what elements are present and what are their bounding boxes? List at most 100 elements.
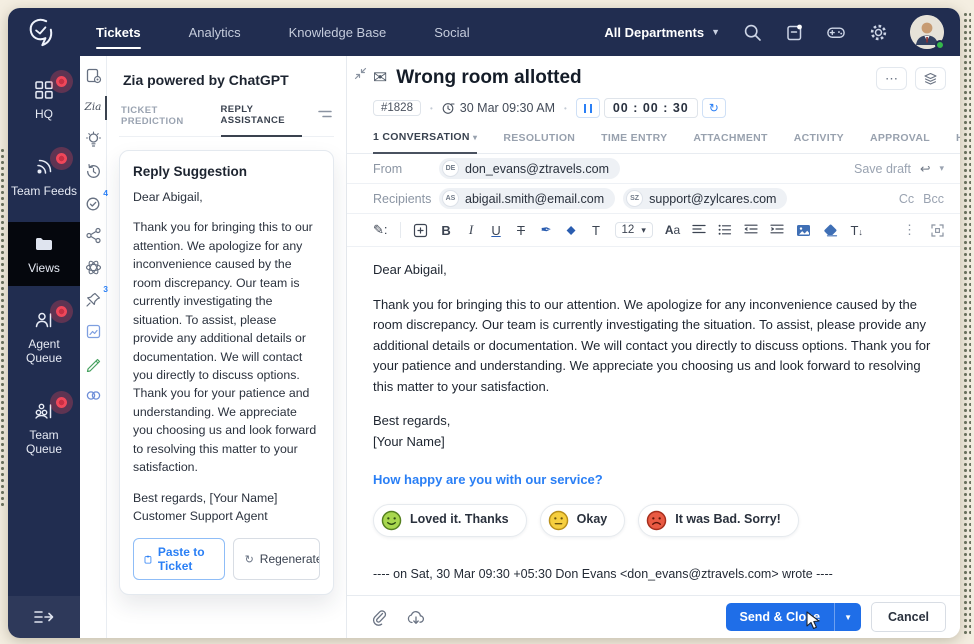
from-row: From DE don_evans@ztravels.com Save draf…: [347, 154, 960, 184]
insert-template-icon[interactable]: [413, 221, 428, 239]
eraser-icon[interactable]: [823, 221, 838, 239]
departments-label: All Departments: [604, 25, 704, 40]
quoted-message-header: ---- on Sat, 30 Mar 09:30 +05:30 Don Eva…: [373, 565, 934, 585]
from-address-chip[interactable]: DE don_evans@ztravels.com: [439, 158, 620, 179]
survey-option-bad[interactable]: It was Bad. Sorry!: [638, 504, 799, 537]
settings-icon[interactable]: [868, 22, 888, 42]
ideas-icon[interactable]: [84, 130, 102, 148]
from-email: don_evans@ztravels.com: [465, 162, 609, 176]
pin-icon[interactable]: 3: [84, 290, 102, 308]
ticket-settings-icon[interactable]: [84, 66, 102, 84]
zoho-desk-logo[interactable]: [8, 15, 72, 49]
reply-icon[interactable]: ↩: [920, 161, 930, 176]
more-tools-icon[interactable]: ⋮: [903, 221, 916, 239]
tab-social[interactable]: Social: [410, 8, 493, 56]
cc-bcc: Cc Bcc: [899, 192, 944, 206]
send-and-close-button[interactable]: Send & Close ▼: [726, 603, 862, 631]
compose-icon[interactable]: [84, 354, 102, 372]
tab-knowledge-base[interactable]: Knowledge Base: [265, 8, 411, 56]
font-size-select[interactable]: 12 ▾: [615, 222, 653, 238]
send-options-dropdown[interactable]: ▼: [834, 603, 861, 631]
cloud-import-icon[interactable]: [407, 610, 425, 625]
indent-icon[interactable]: [770, 221, 784, 239]
tab-resolution[interactable]: RESOLUTION: [503, 132, 575, 153]
bcc-button[interactable]: Bcc: [923, 192, 944, 206]
recipient-chip[interactable]: SZ support@zylcares.com: [623, 188, 787, 209]
main-sidebar: HQ Team Feeds Views: [8, 56, 80, 638]
cancel-button[interactable]: Cancel: [871, 602, 946, 632]
folder-icon: [33, 233, 55, 255]
zia-tab-reply-assistance[interactable]: REPLY ASSISTANCE: [221, 99, 302, 137]
survey-option-loved-it[interactable]: Loved it. Thanks: [373, 504, 527, 537]
clear-format-icon[interactable]: T↓: [850, 221, 863, 239]
zia-tab-overflow-icon[interactable]: [318, 106, 332, 130]
survey-option-okay[interactable]: Okay: [540, 504, 626, 537]
sidebar-expand-button[interactable]: [8, 596, 80, 638]
tab-approval[interactable]: APPROVAL: [870, 132, 930, 153]
underline-icon[interactable]: U: [490, 221, 503, 239]
games-icon[interactable]: [826, 22, 846, 42]
ticket-title-row: ✉ Wrong room allotted: [373, 67, 582, 89]
cc-button[interactable]: Cc: [899, 192, 914, 206]
recipients-label: Recipients: [373, 192, 439, 206]
highlight-icon[interactable]: ⬥: [565, 221, 578, 239]
tab-attachment[interactable]: ATTACHMENT: [693, 132, 767, 153]
survey-options: Loved it. Thanks Okay: [373, 504, 934, 537]
chevron-down-icon: ▾: [641, 225, 646, 236]
survey-question[interactable]: How happy are you with our service?: [373, 470, 934, 491]
tab-time-entry[interactable]: TIME ENTRY: [601, 132, 667, 153]
attach-file-icon[interactable]: [371, 609, 387, 626]
tab-activity[interactable]: ACTIVITY: [794, 132, 844, 153]
outdent-icon[interactable]: [744, 221, 758, 239]
sidebar-item-team-queue[interactable]: Team Queue: [8, 389, 80, 468]
recipient-chip[interactable]: AS abigail.smith@email.com: [439, 188, 615, 209]
strikethrough-icon[interactable]: T: [515, 221, 528, 239]
sidebar-item-agent-queue[interactable]: Agent Queue: [8, 298, 80, 377]
collapse-panel-icon[interactable]: [354, 67, 367, 85]
sidebar-item-hq[interactable]: HQ: [8, 68, 80, 133]
tab-tickets[interactable]: Tickets: [72, 8, 165, 56]
email-channel-icon: ✉: [373, 68, 387, 88]
zia-tab-ticket-prediction[interactable]: TICKET PREDICTION: [121, 100, 205, 136]
fullscreen-icon[interactable]: [931, 221, 944, 239]
sidebar-item-team-feeds[interactable]: Team Feeds: [8, 145, 80, 210]
bullet-list-icon[interactable]: [718, 221, 732, 239]
paste-to-ticket-button[interactable]: Paste to Ticket: [133, 538, 225, 580]
tab-conversation[interactable]: 1 CONVERSATION ▾: [373, 131, 477, 154]
zia-icon[interactable]: Zia: [84, 98, 102, 116]
italic-icon[interactable]: I: [465, 221, 478, 239]
font-family-icon[interactable]: Aa: [665, 221, 680, 239]
share-icon[interactable]: [84, 226, 102, 244]
clock-icon: [442, 102, 455, 115]
search-icon[interactable]: [742, 22, 762, 42]
recipient-avatar: AS: [442, 190, 459, 207]
canvas-icon[interactable]: [84, 322, 102, 340]
timer-reset-button[interactable]: ↻: [702, 98, 726, 118]
signature-icon[interactable]: ✎:: [373, 221, 388, 239]
history-icon[interactable]: [84, 162, 102, 180]
save-draft-label[interactable]: Save draft: [854, 162, 911, 176]
email-editor-body[interactable]: Dear Abigail, Thank you for bringing thi…: [347, 247, 960, 595]
contacts-icon[interactable]: [784, 22, 804, 42]
automation-icon[interactable]: [84, 258, 102, 276]
editor-empty-space[interactable]: [373, 585, 934, 595]
align-left-icon[interactable]: [692, 221, 706, 239]
links-icon[interactable]: [84, 386, 102, 404]
sidebar-item-views[interactable]: Views: [8, 222, 80, 287]
text-style-icon[interactable]: T: [590, 221, 603, 239]
timer-pause-button[interactable]: [576, 98, 600, 118]
insert-image-icon[interactable]: [796, 221, 811, 239]
more-actions-button[interactable]: ⋯: [876, 67, 907, 90]
layers-button[interactable]: [915, 67, 946, 90]
chevron-down-icon[interactable]: ▾: [939, 163, 944, 174]
user-avatar[interactable]: [910, 15, 944, 49]
tab-analytics[interactable]: Analytics: [165, 8, 265, 56]
departments-dropdown[interactable]: All Departments ▼: [604, 25, 720, 40]
chevron-down-icon: ▼: [711, 27, 720, 37]
sad-face-icon: [646, 510, 667, 531]
activities-icon[interactable]: 4: [84, 194, 102, 212]
regenerate-button[interactable]: ↻ Regenerate: [234, 539, 320, 579]
bold-icon[interactable]: B: [440, 221, 453, 239]
font-color-icon[interactable]: ✒: [540, 221, 553, 239]
tab-history[interactable]: HISTORY: [956, 132, 960, 153]
